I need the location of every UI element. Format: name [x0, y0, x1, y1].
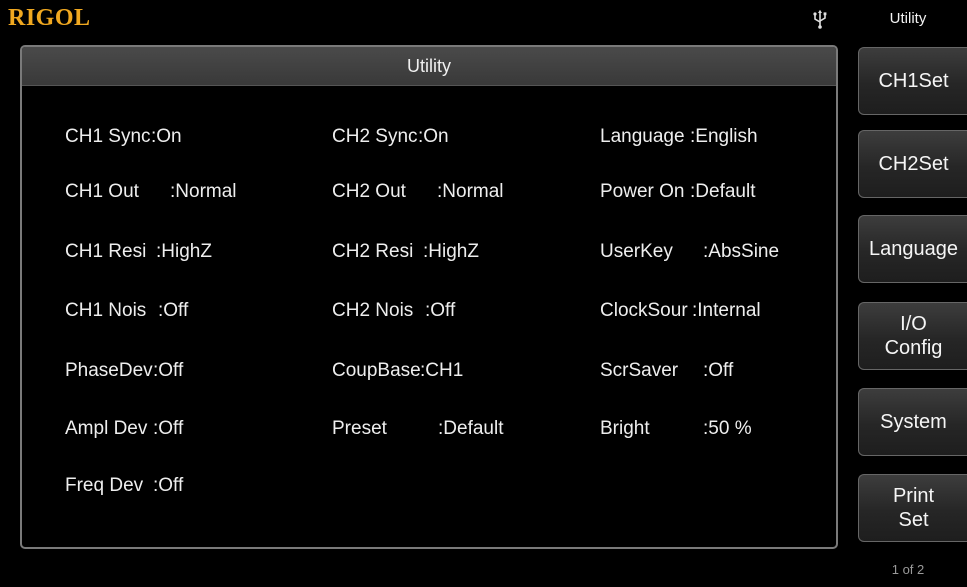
param-value: :English	[690, 126, 758, 147]
param-value: :On	[418, 126, 449, 147]
param-value: :HighZ	[156, 241, 212, 262]
param-value: :HighZ	[423, 241, 479, 262]
panel-title: Utility	[22, 47, 836, 86]
top-bar: RIGOL	[0, 0, 848, 38]
param-value: :Off	[703, 360, 734, 381]
param-user-key: UserKey :AbsSine	[600, 240, 779, 264]
param-language: Language :English	[600, 125, 758, 149]
param-label: CoupBase	[332, 360, 421, 381]
menu-title: Utility	[889, 10, 927, 27]
param-label: CH1 Resi	[65, 241, 147, 262]
param-label: CH2 Resi	[332, 241, 414, 262]
param-ch1-nois: CH1 Nois :Off	[65, 299, 188, 323]
param-value: :Off	[153, 418, 184, 439]
param-value: :Default	[438, 418, 504, 439]
language-softkey[interactable]: Language	[858, 215, 967, 283]
param-value: :Off	[425, 300, 456, 321]
param-label: CH2 Sync	[332, 126, 418, 147]
param-label: Bright	[600, 418, 650, 439]
param-phase-dev: PhaseDev :Off	[65, 359, 183, 383]
param-label: Language	[600, 126, 685, 147]
param-label: CH1 Nois	[65, 300, 147, 321]
param-value: :Off	[153, 475, 184, 496]
param-label: CH2 Out	[332, 181, 406, 202]
param-ch1-sync: CH1 Sync :On	[65, 125, 182, 149]
param-ch2-out: CH2 Out :Normal	[332, 180, 504, 204]
param-bright: Bright :50 %	[600, 417, 752, 441]
param-power-on: Power On :Default	[600, 180, 755, 204]
param-value: :Default	[690, 181, 756, 202]
param-label: CH1 Out	[65, 181, 139, 202]
param-label: UserKey	[600, 241, 673, 262]
softkey-menu: Utility CH1Set CH2Set Language I/O Confi…	[849, 0, 967, 587]
usb-icon	[813, 9, 827, 29]
param-label: Ampl Dev	[65, 418, 148, 439]
system-softkey[interactable]: System	[858, 388, 967, 456]
param-label: PhaseDev	[65, 360, 153, 381]
param-value: :AbsSine	[703, 241, 780, 262]
param-ampl-dev: Ampl Dev :Off	[65, 417, 183, 441]
param-label: ScrSaver	[600, 360, 679, 381]
param-value: :On	[151, 126, 182, 147]
param-label: ClockSour	[600, 300, 688, 321]
io-config-softkey[interactable]: I/O Config	[858, 302, 967, 370]
print-set-softkey[interactable]: Print Set	[858, 474, 967, 542]
param-preset: Preset :Default	[332, 417, 503, 441]
param-label: CH1 Sync	[65, 126, 151, 147]
param-value: :Off	[153, 360, 184, 381]
param-label: Preset	[332, 418, 387, 439]
ch2-set-softkey[interactable]: CH2Set	[858, 130, 967, 198]
utility-panel: Utility CH1 Sync :On CH1 Out :Normal CH1…	[20, 45, 838, 549]
param-freq-dev: Freq Dev :Off	[65, 474, 183, 498]
param-label: CH2 Nois	[332, 300, 414, 321]
brand-logo: RIGOL	[8, 5, 91, 31]
param-value: :Normal	[437, 181, 504, 202]
param-value: :50 %	[703, 418, 752, 439]
param-ch2-nois: CH2 Nois :Off	[332, 299, 455, 323]
param-label: Freq Dev	[65, 475, 144, 496]
param-value: :Internal	[692, 300, 761, 321]
param-ch1-out: CH1 Out :Normal	[65, 180, 237, 204]
ch1-set-softkey[interactable]: CH1Set	[858, 47, 967, 115]
param-value: :CH1	[420, 360, 464, 381]
param-label: Power On	[600, 181, 685, 202]
param-ch2-resi: CH2 Resi :HighZ	[332, 240, 479, 264]
param-value: :Normal	[170, 181, 237, 202]
param-scr-saver: ScrSaver :Off	[600, 359, 733, 383]
param-coup-base: CoupBase :CH1	[332, 359, 463, 383]
param-ch2-sync: CH2 Sync :On	[332, 125, 449, 149]
param-clock-source: ClockSour :Internal	[600, 299, 761, 323]
page-indicator: 1 of 2	[891, 562, 925, 577]
param-value: :Off	[158, 300, 189, 321]
param-ch1-resi: CH1 Resi :HighZ	[65, 240, 212, 264]
